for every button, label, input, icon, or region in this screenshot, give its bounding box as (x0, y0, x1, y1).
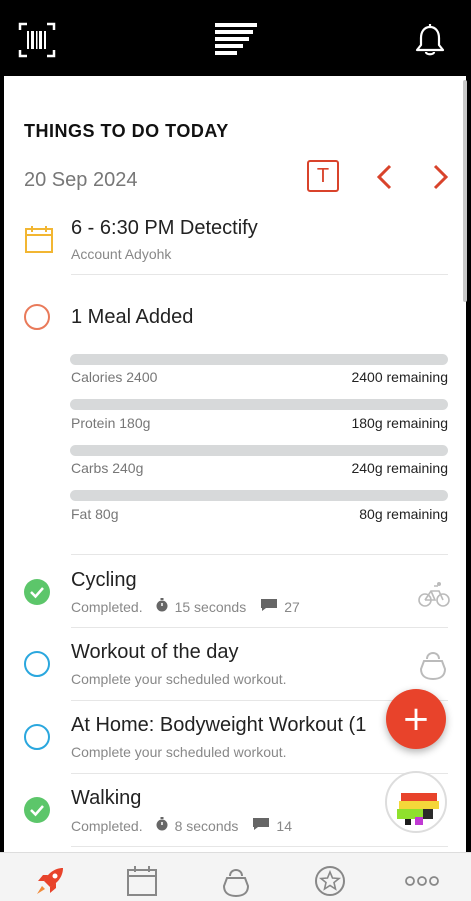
carbs-remaining: 240g remaining (351, 460, 448, 476)
comment-icon[interactable] (252, 817, 270, 834)
activity-title: Walking (71, 787, 142, 809)
rocket-icon[interactable] (30, 863, 70, 899)
avatar[interactable] (385, 771, 447, 833)
activity-meta: Completed. 8 seconds 14 (71, 817, 292, 834)
activity-comment-count: 27 (284, 598, 300, 615)
calendar-icon (24, 224, 54, 259)
meal-status-circle-icon[interactable] (24, 304, 50, 330)
calendar-icon[interactable] (122, 863, 162, 899)
activity-duration: 8 seconds (174, 817, 239, 834)
protein-label: Protein 180g (71, 415, 151, 431)
incomplete-circle-icon[interactable] (24, 724, 50, 750)
incomplete-circle-icon[interactable] (24, 651, 50, 677)
stopwatch-icon (155, 817, 169, 834)
add-button[interactable]: + (386, 689, 446, 749)
activity-title: Cycling (71, 569, 137, 591)
fat-remaining: 80g remaining (359, 506, 448, 522)
divider (71, 846, 448, 847)
barcode-scan-icon[interactable] (17, 20, 57, 60)
kettlebell-icon[interactable] (216, 863, 256, 899)
carbs-progress-bar (70, 445, 448, 456)
activity-subtitle: Complete your scheduled workout. (71, 671, 287, 687)
protein-remaining: 180g remaining (351, 415, 448, 431)
activity-meta: Completed. 15 seconds 27 (71, 598, 300, 615)
activity-subtitle: Complete your scheduled workout. (71, 744, 287, 760)
event-subtitle: Account Adyohk (71, 246, 172, 262)
meal-title: 1 Meal Added (71, 306, 194, 328)
calories-remaining: 2400 remaining (351, 369, 448, 385)
plus-icon: + (401, 699, 431, 739)
scrollbar[interactable] (463, 80, 467, 302)
divider (71, 274, 448, 275)
calories-progress-bar (70, 354, 448, 365)
activity-duration: 15 seconds (174, 598, 247, 615)
more-icon[interactable] (402, 863, 442, 899)
star-badge-icon[interactable] (310, 863, 350, 899)
completed-check-icon[interactable] (24, 579, 50, 605)
kettlebell-icon (418, 647, 448, 686)
menu-lines-icon[interactable] (215, 20, 257, 60)
calories-label: Calories 2400 (71, 369, 158, 385)
bell-icon[interactable] (410, 20, 450, 60)
activity-status: Completed. (71, 817, 143, 834)
event-title: 6 - 6:30 PM Detectify (71, 217, 258, 239)
bottom-navigation (0, 852, 471, 901)
fat-label: Fat 80g (71, 506, 119, 522)
activity-title: Workout of the day (71, 641, 239, 663)
app-screen: THINGS TO DO TODAY 20 Sep 2024 T 6 - 6:3… (0, 0, 471, 901)
activity-item-cycling[interactable]: Cycling Completed. 15 seconds 27 (4, 558, 466, 626)
carbs-label: Carbs 240g (71, 460, 144, 476)
comment-icon[interactable] (260, 598, 278, 615)
divider (71, 773, 448, 774)
activity-item-workout-of-the-day[interactable]: Workout of the day Complete your schedul… (4, 631, 466, 699)
activity-title: At Home: Bodyweight Workout (1 (71, 714, 367, 736)
divider (71, 627, 448, 628)
protein-progress-bar (70, 399, 448, 410)
divider (71, 554, 448, 555)
fat-progress-bar (70, 490, 448, 501)
event-item[interactable]: 6 - 6:30 PM Detectify Account Adyohk (4, 76, 466, 276)
bicycle-icon (418, 580, 450, 613)
activity-status: Completed. (71, 598, 143, 615)
top-bar (0, 0, 471, 76)
activity-comment-count: 14 (276, 817, 292, 834)
stopwatch-icon (155, 598, 169, 615)
completed-check-icon[interactable] (24, 797, 50, 823)
